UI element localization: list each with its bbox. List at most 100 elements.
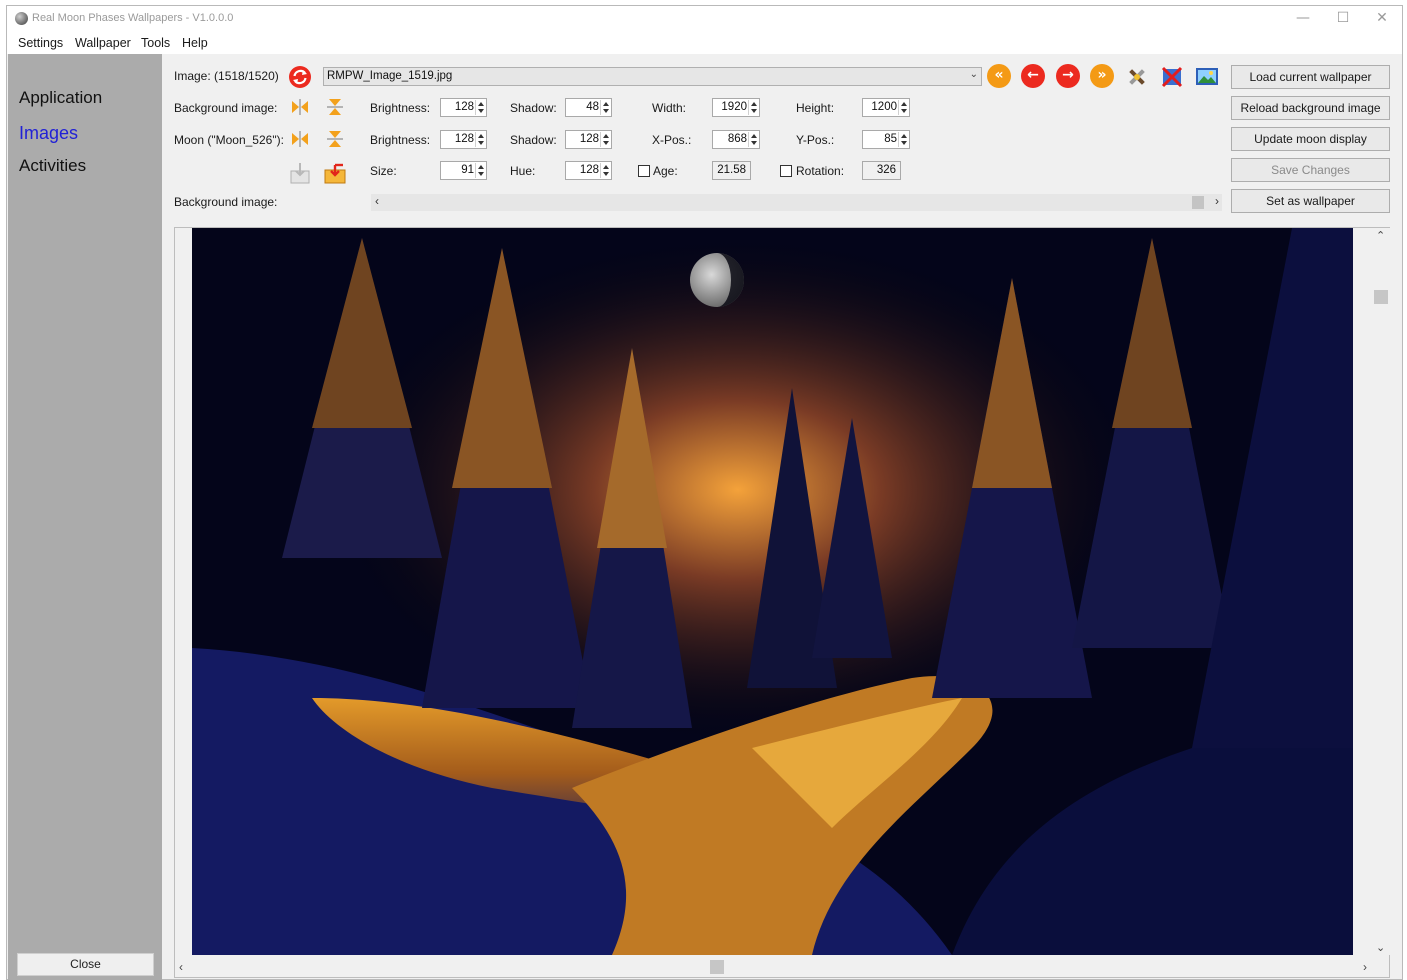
- spin-arrows-icon[interactable]: [898, 100, 908, 115]
- moon-brightness-label: Brightness:: [370, 133, 431, 147]
- first-image-button[interactable]: «: [987, 64, 1011, 88]
- image-counter-label: Image: (1518/1520): [174, 69, 279, 83]
- menu-settings[interactable]: Settings: [18, 36, 63, 50]
- sidebar-item-activities[interactable]: Activities: [19, 156, 86, 176]
- spin-arrows-icon[interactable]: [600, 163, 610, 178]
- rotation-label: Rotation:: [796, 164, 845, 178]
- maximize-button[interactable]: ☐: [1323, 6, 1363, 32]
- wallpaper-preview-image: [192, 228, 1353, 955]
- hue-label: Hue:: [510, 164, 536, 178]
- minimize-button[interactable]: —: [1283, 6, 1323, 32]
- height-stepper[interactable]: 1200: [862, 98, 910, 117]
- previous-image-button[interactable]: ←: [1021, 64, 1045, 88]
- width-stepper[interactable]: 1920: [712, 98, 760, 117]
- xpos-label: X-Pos.:: [652, 133, 692, 147]
- moon-flip-vertical-icon[interactable]: [325, 129, 345, 149]
- spin-arrows-icon[interactable]: [748, 100, 758, 115]
- ypos-stepper[interactable]: 85: [862, 130, 910, 149]
- bg-shadow-stepper[interactable]: 48: [565, 98, 612, 117]
- reload-background-button[interactable]: Reload background image: [1231, 96, 1390, 120]
- chevron-right-icon[interactable]: ›: [1363, 960, 1367, 974]
- chevron-left-icon[interactable]: ‹: [375, 194, 379, 208]
- spin-arrows-icon[interactable]: [898, 132, 908, 147]
- bg-brightness-stepper[interactable]: 128: [440, 98, 487, 117]
- spin-arrows-icon[interactable]: [748, 132, 758, 147]
- save-changes-button[interactable]: Save Changes: [1231, 158, 1390, 182]
- spin-arrows-icon[interactable]: [600, 100, 610, 115]
- chevron-down-icon: ⌄: [969, 69, 978, 80]
- spin-arrows-icon[interactable]: [475, 163, 485, 178]
- spin-arrows-icon[interactable]: [475, 100, 485, 115]
- chevron-right-icon[interactable]: ›: [1215, 194, 1219, 208]
- import-icon[interactable]: [288, 161, 312, 185]
- ypos-label: Y-Pos.:: [796, 133, 835, 147]
- age-label: Age:: [653, 164, 678, 178]
- last-image-button[interactable]: »: [1090, 64, 1114, 88]
- horizontal-scrollbar[interactable]: ‹ ›: [175, 958, 1371, 977]
- ypos-value: 85: [884, 133, 897, 145]
- spin-arrows-icon[interactable]: [600, 132, 610, 147]
- rotation-checkbox[interactable]: [780, 165, 792, 177]
- sidebar-item-images[interactable]: Images: [19, 123, 78, 144]
- app-window: Real Moon Phases Wallpapers - V1.0.0.0 —…: [6, 5, 1403, 980]
- xpos-stepper[interactable]: 868: [712, 130, 760, 149]
- size-stepper[interactable]: 91: [440, 161, 487, 180]
- menu-wallpaper[interactable]: Wallpaper: [75, 36, 131, 50]
- window-title: Real Moon Phases Wallpapers - V1.0.0.0: [32, 12, 234, 24]
- update-moon-button[interactable]: Update moon display: [1231, 127, 1390, 151]
- load-current-wallpaper-button[interactable]: Load current wallpaper: [1231, 65, 1390, 89]
- moon-label: Moon ("Moon_526"):: [174, 133, 284, 147]
- last-icon: »: [1097, 67, 1107, 83]
- export-icon[interactable]: [323, 161, 347, 185]
- background-scrollbar[interactable]: ‹ ›: [371, 194, 1222, 211]
- width-value: 1920: [721, 101, 747, 113]
- set-wallpaper-button[interactable]: Set as wallpaper: [1231, 189, 1390, 213]
- flip-horizontal-icon[interactable]: [290, 97, 310, 117]
- refresh-icon[interactable]: [288, 65, 312, 89]
- moon-shadow-stepper[interactable]: 128: [565, 130, 612, 149]
- spin-arrows-icon[interactable]: [475, 132, 485, 147]
- menu-bar: Settings Wallpaper Tools Help: [7, 32, 1402, 54]
- xpos-value: 868: [727, 133, 747, 145]
- vertical-scrollbar[interactable]: ⌃ ⌄: [1371, 228, 1390, 955]
- width-label: Width:: [652, 101, 687, 115]
- moon-shadow-label: Shadow:: [510, 133, 557, 147]
- moon-app-icon: [15, 12, 28, 25]
- tools-icon[interactable]: [1125, 65, 1149, 89]
- moon-brightness-stepper[interactable]: 128: [440, 130, 487, 149]
- size-label: Size:: [370, 164, 397, 178]
- close-button[interactable]: Close: [17, 953, 154, 976]
- image-select-value: RMPW_Image_1519.jpg: [327, 70, 453, 82]
- chevron-up-icon[interactable]: ⌃: [1376, 229, 1385, 242]
- background-image-label: Background image:: [174, 101, 278, 115]
- bg-brightness-label: Brightness:: [370, 101, 431, 115]
- arrow-right-icon: →: [1062, 67, 1074, 83]
- hue-stepper[interactable]: 128: [565, 161, 612, 180]
- flip-vertical-icon[interactable]: [325, 97, 345, 117]
- chevron-down-icon[interactable]: ⌄: [1376, 941, 1385, 954]
- image-select[interactable]: RMPW_Image_1519.jpg ⌄: [323, 67, 982, 86]
- sidebar-item-application[interactable]: Application: [19, 88, 102, 108]
- wallpaper-icon[interactable]: [1195, 65, 1219, 89]
- rotation-value: 326: [876, 164, 896, 176]
- next-image-button[interactable]: →: [1056, 64, 1080, 88]
- scroll-thumb[interactable]: [710, 960, 724, 974]
- first-icon: «: [994, 67, 1004, 83]
- age-value: 21.58: [717, 164, 746, 176]
- scroll-thumb[interactable]: [1192, 196, 1204, 209]
- menu-help[interactable]: Help: [182, 36, 208, 50]
- moon-flip-horizontal-icon[interactable]: [290, 129, 310, 149]
- bg-shadow-label: Shadow:: [510, 101, 557, 115]
- delete-image-icon[interactable]: [1160, 65, 1184, 89]
- bg-shadow-value: 48: [586, 101, 599, 113]
- chevron-left-icon[interactable]: ‹: [179, 960, 183, 974]
- scroll-thumb[interactable]: [1374, 290, 1388, 304]
- close-window-button[interactable]: ✕: [1362, 6, 1402, 32]
- image-viewer: ⌃ ⌄ ‹ ›: [174, 227, 1390, 978]
- menu-tools[interactable]: Tools: [141, 36, 170, 50]
- age-checkbox[interactable]: [638, 165, 650, 177]
- height-label: Height:: [796, 101, 835, 115]
- title-bar: Real Moon Phases Wallpapers - V1.0.0.0 —…: [7, 6, 1402, 32]
- age-field: 21.58: [712, 161, 751, 180]
- sidebar: Application Images Activities Close: [8, 54, 162, 980]
